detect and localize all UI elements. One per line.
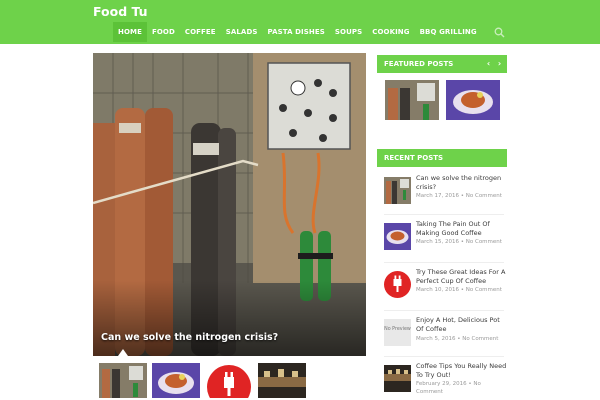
recent-post-thumb[interactable] bbox=[384, 365, 411, 392]
thumb-nitrogen[interactable] bbox=[99, 363, 147, 398]
recent-post-meta: February 29, 2016 • No Comment bbox=[416, 381, 481, 395]
recent-post-item[interactable]: Taking The Pain Out Of Making Good Coffe… bbox=[384, 218, 504, 258]
chevron-left-icon[interactable]: ‹ bbox=[484, 58, 493, 69]
recent-post-title[interactable]: Coffee Tips You Really Need To Try Out! bbox=[416, 362, 508, 380]
no-preview-placeholder: No Preview bbox=[384, 319, 411, 346]
featured-slider[interactable]: Can we solve the nitrogen crisis? bbox=[93, 53, 366, 356]
recent-post-thumb[interactable] bbox=[384, 177, 411, 204]
thumb-plug[interactable] bbox=[205, 363, 253, 398]
chevron-right-icon[interactable]: › bbox=[495, 58, 504, 69]
recent-post-title[interactable]: Enjoy A Hot, Delicious Pot Of Coffee bbox=[416, 316, 508, 334]
thumb-coffee-plate[interactable] bbox=[152, 363, 200, 398]
recent-post-thumb[interactable] bbox=[384, 271, 411, 298]
nav-item-food[interactable]: FOOD bbox=[147, 22, 180, 42]
recent-post-meta: March 15, 2016 • No Comment bbox=[416, 239, 502, 245]
recent-post-title[interactable]: Can we solve the nitrogen crisis? bbox=[416, 174, 508, 192]
recent-post-meta: March 17, 2016 • No Comment bbox=[416, 193, 502, 199]
search-icon[interactable] bbox=[494, 27, 505, 38]
divider bbox=[384, 214, 504, 215]
featured-post-image-2[interactable] bbox=[446, 80, 500, 120]
recent-post-title[interactable]: Try These Great Ideas For A Perfect Cup … bbox=[416, 268, 508, 286]
hero-title[interactable]: Can we solve the nitrogen crisis? bbox=[101, 332, 278, 343]
nav-item-bbq-grilling[interactable]: BBQ GRILLING bbox=[415, 22, 482, 42]
recent-post-thumb[interactable] bbox=[384, 223, 411, 250]
featured-posts-title: FEATURED POSTS bbox=[384, 60, 454, 68]
thumb-cafe[interactable] bbox=[258, 363, 306, 398]
nitrogen-tanks-image bbox=[93, 53, 366, 356]
nav-item-coffee[interactable]: COFFEE bbox=[180, 22, 221, 42]
recent-post-item[interactable]: Try These Great Ideas For A Perfect Cup … bbox=[384, 266, 505, 306]
recent-posts-heading: RECENT POSTS bbox=[377, 149, 507, 167]
nav-item-soups[interactable]: SOUPS bbox=[330, 22, 367, 42]
recent-post-item[interactable]: No Preview Enjoy A Hot, Delicious Pot Of… bbox=[384, 314, 504, 354]
site-header: Food Tu HOME FOOD COFFEE SALADS PASTA DI… bbox=[0, 0, 600, 44]
nav-item-pasta-dishes[interactable]: PASTA DISHES bbox=[263, 22, 330, 42]
featured-post-image-1[interactable] bbox=[385, 80, 439, 120]
recent-post-title[interactable]: Taking The Pain Out Of Making Good Coffe… bbox=[416, 220, 508, 238]
nav-item-cooking[interactable]: COOKING bbox=[367, 22, 414, 42]
site-title[interactable]: Food Tu bbox=[93, 4, 148, 19]
nav-item-salads[interactable]: SALADS bbox=[221, 22, 263, 42]
divider bbox=[384, 262, 504, 263]
recent-post-thumb[interactable]: No Preview bbox=[384, 319, 411, 346]
divider bbox=[384, 356, 504, 357]
featured-posts-heading: FEATURED POSTS ‹ › bbox=[377, 55, 507, 73]
recent-post-item[interactable]: Coffee Tips You Really Need To Try Out! … bbox=[384, 360, 506, 400]
main-nav: HOME FOOD COFFEE SALADS PASTA DISHES SOU… bbox=[113, 22, 482, 42]
nav-item-home[interactable]: HOME bbox=[113, 22, 147, 42]
slider-pointer bbox=[118, 349, 128, 356]
recent-post-item[interactable]: Can we solve the nitrogen crisis? March … bbox=[384, 172, 504, 212]
recent-post-meta: March 10, 2016 • No Comment bbox=[416, 287, 502, 293]
divider bbox=[384, 310, 504, 311]
recent-post-meta: March 5, 2016 • No Comment bbox=[416, 336, 499, 342]
